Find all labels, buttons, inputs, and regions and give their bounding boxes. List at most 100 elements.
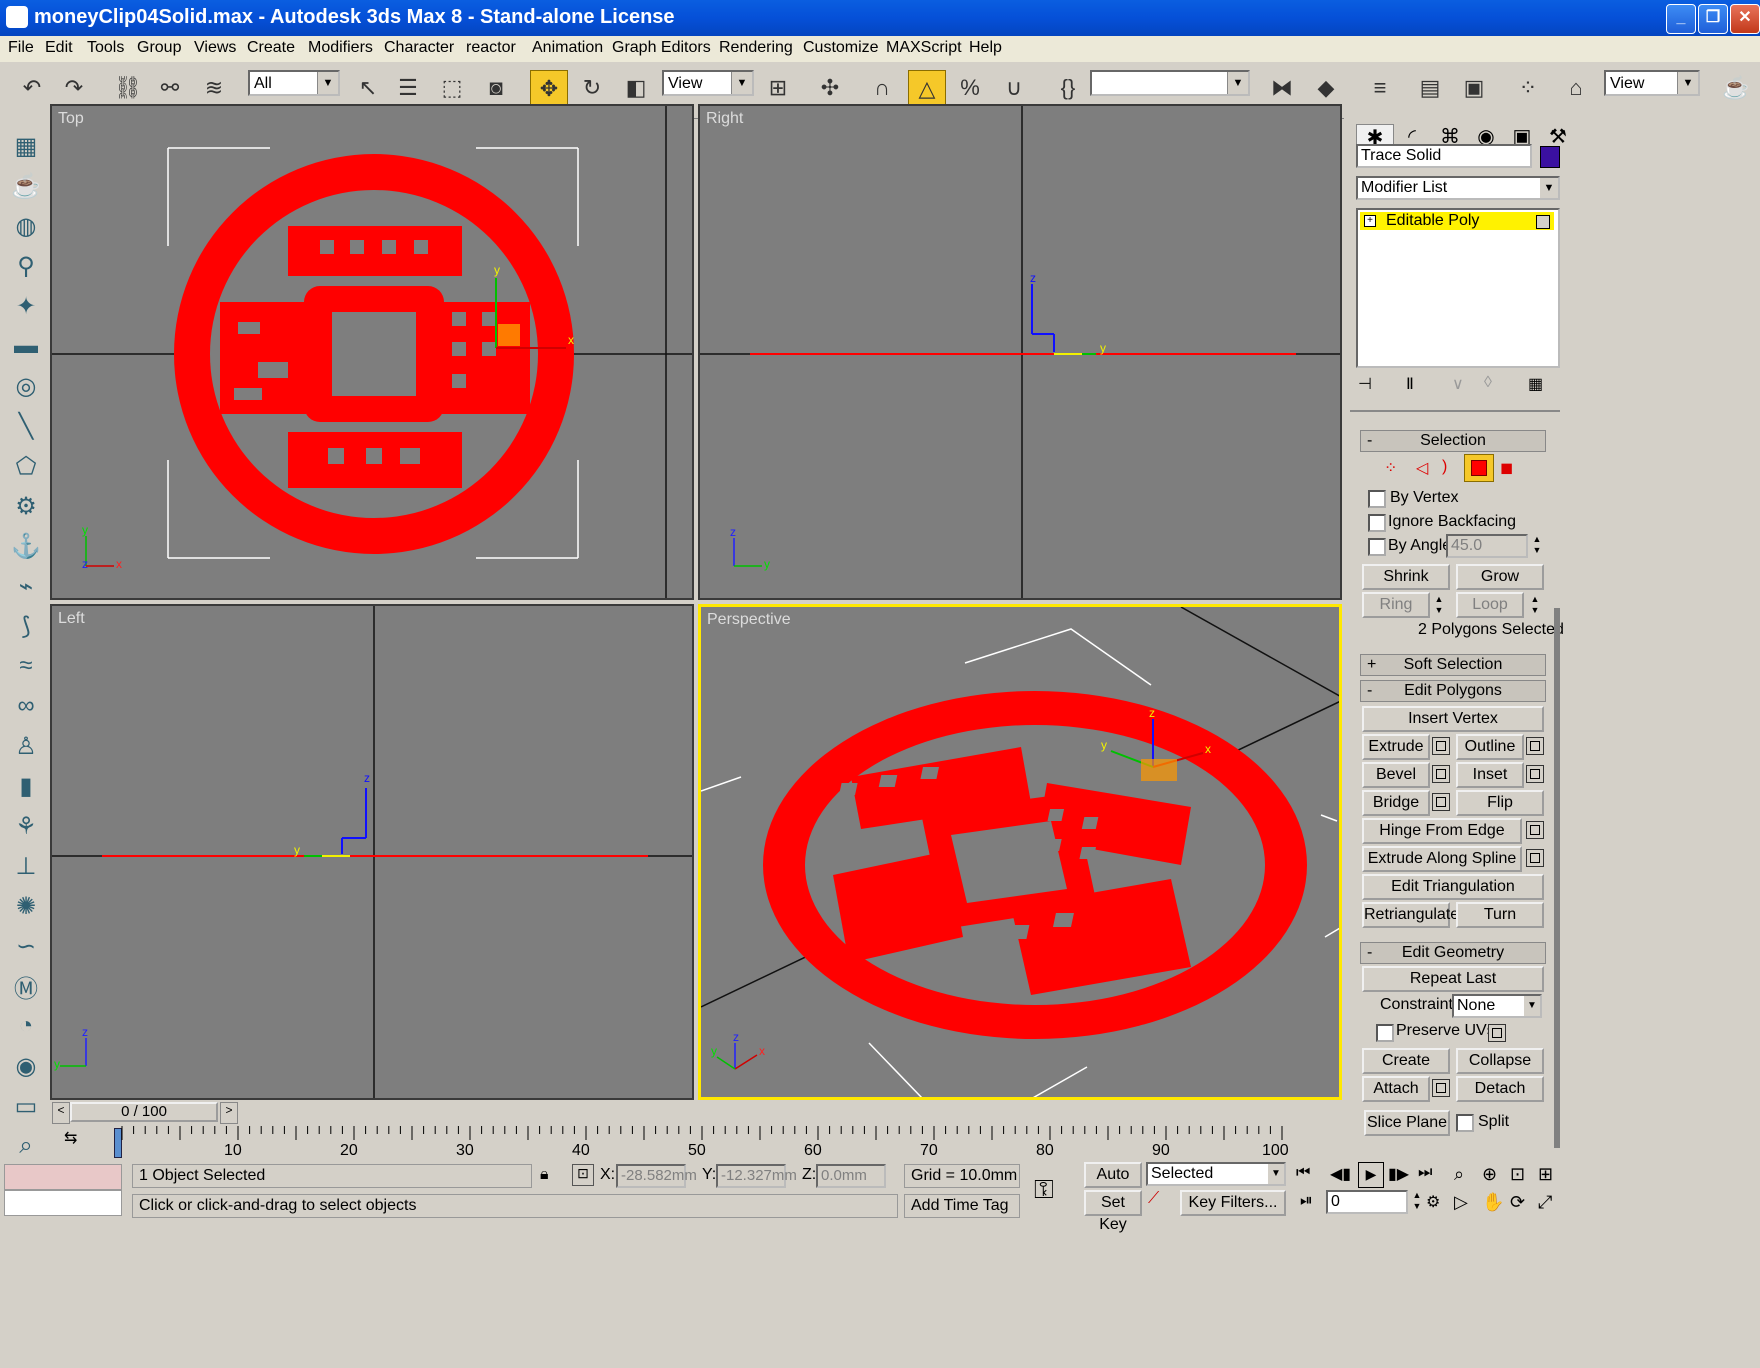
menu-tools[interactable]: Tools: [87, 39, 124, 57]
undo-icon[interactable]: ↶: [14, 70, 50, 106]
auto-key-button[interactable]: Auto Key: [1084, 1162, 1142, 1205]
named-selection-sets-dropdown[interactable]: ▼: [1090, 70, 1250, 96]
quick-render-icon[interactable]: ☕: [1718, 70, 1754, 106]
hinge-settings-icon[interactable]: [1526, 821, 1544, 839]
toggle-icon[interactable]: [1536, 215, 1550, 229]
key-icon[interactable]: ⚿: [1034, 1174, 1054, 1206]
element-icon[interactable]: ◼: [1500, 458, 1513, 478]
surface-icon[interactable]: ⌁: [8, 568, 44, 604]
key-mode-toggle-icon[interactable]: ⏯: [1300, 1192, 1313, 1210]
select-and-manipulate-icon[interactable]: ✣: [812, 70, 848, 106]
maxscript-listener-white[interactable]: [4, 1190, 122, 1216]
play-icon[interactable]: ▶: [1358, 1162, 1384, 1188]
compound-icon[interactable]: ◎: [8, 368, 44, 404]
mesh-edit-icon[interactable]: ⬠: [8, 448, 44, 484]
menu-graph-editors[interactable]: Graph Editors: [612, 39, 711, 57]
insert-vertex-button[interactable]: Insert Vertex: [1362, 706, 1544, 732]
shrink-button[interactable]: Shrink: [1362, 564, 1450, 590]
absolute-mode-icon[interactable]: ⊡: [572, 1164, 594, 1186]
z-coord-field[interactable]: 0.0mm: [816, 1164, 886, 1188]
create-button[interactable]: Create: [1362, 1048, 1450, 1074]
layer-manager-icon[interactable]: ≡: [1362, 70, 1398, 106]
slice-plane-button[interactable]: Slice Plane: [1364, 1110, 1450, 1136]
attach-settings-icon[interactable]: [1432, 1079, 1450, 1097]
configure-modifier-sets-icon[interactable]: ▦: [1528, 374, 1543, 394]
flip-button[interactable]: Flip: [1456, 790, 1544, 816]
polygon-icon[interactable]: [1464, 454, 1494, 482]
border-icon[interactable]: ): [1442, 458, 1447, 476]
menu-file[interactable]: File: [8, 39, 34, 57]
ring-spinner[interactable]: ▲ ▼: [1432, 594, 1446, 616]
bevel-button[interactable]: Bevel: [1362, 762, 1430, 788]
viewport-right[interactable]: Right z y z y: [698, 104, 1342, 600]
zoom-icon[interactable]: ⌕: [1454, 1164, 1464, 1185]
transform-icon[interactable]: ⚓: [8, 528, 44, 564]
mirror-icon[interactable]: ⧓: [1264, 70, 1300, 106]
turn-button[interactable]: Turn: [1456, 902, 1544, 928]
selection-filter-dropdown[interactable]: All ▼: [248, 70, 340, 96]
expand-icon[interactable]: +: [1364, 215, 1376, 227]
menu-maxscript[interactable]: MAXScript: [886, 39, 962, 57]
pin-stack-icon[interactable]: ⊣: [1358, 374, 1372, 394]
preserve-uvs-settings-icon[interactable]: [1488, 1024, 1506, 1042]
time-slider-thumb[interactable]: 0 / 100: [70, 1102, 218, 1122]
redo-icon[interactable]: ↷: [56, 70, 92, 106]
hinge-from-edge-button[interactable]: Hinge From Edge: [1362, 818, 1522, 844]
inset-button[interactable]: Inset: [1456, 762, 1524, 788]
bind-space-warp-icon[interactable]: ≋: [196, 70, 232, 106]
schematic-view-icon[interactable]: ▣: [1456, 70, 1492, 106]
lock-icon[interactable]: 🔒︎: [540, 1166, 549, 1184]
bridge-settings-icon[interactable]: [1432, 793, 1450, 811]
edge-icon[interactable]: ◁: [1416, 458, 1428, 478]
curve-editor-icon[interactable]: ▤: [1412, 70, 1448, 106]
menu-reactor[interactable]: reactor: [466, 39, 516, 57]
key-filters-button[interactable]: Key Filters...: [1180, 1190, 1286, 1216]
unlink-icon[interactable]: ⚯: [152, 70, 188, 106]
set-key-button[interactable]: Set Key: [1084, 1190, 1142, 1233]
reactor-icon[interactable]: ▮: [8, 768, 44, 804]
track-bar[interactable]: ⇆ 10 20 30 40 50 60 70 80 90 100: [52, 1124, 1344, 1160]
extras-icon[interactable]: ▬: [8, 328, 44, 364]
menu-help[interactable]: Help: [969, 39, 1002, 57]
retriangulate-button[interactable]: Retriangulate: [1362, 902, 1459, 928]
render-sphere-icon[interactable]: ◔: [8, 1008, 44, 1044]
stack-item-editable-poly[interactable]: + Editable Poly: [1360, 212, 1554, 230]
maximize-viewport-icon[interactable]: ⤢: [1538, 1192, 1552, 1213]
wave-icon[interactable]: ≈: [8, 648, 44, 684]
menu-edit[interactable]: Edit: [45, 39, 73, 57]
render-scene-icon[interactable]: ⌂: [1558, 70, 1594, 106]
soft-selection-rollout-header[interactable]: + Soft Selection: [1360, 654, 1546, 676]
reference-coordinate-dropdown[interactable]: View ▼: [662, 70, 754, 96]
window-crossing-icon[interactable]: ◙: [478, 70, 514, 106]
particles-icon[interactable]: ╲: [8, 408, 44, 444]
listener-icon[interactable]: ▭: [8, 1088, 44, 1124]
maximize-button[interactable]: ❐: [1698, 4, 1728, 34]
lights-icon[interactable]: ⚲: [8, 248, 44, 284]
bevel-settings-icon[interactable]: [1432, 765, 1450, 783]
select-and-link-icon[interactable]: ⛓: [110, 70, 146, 106]
by-angle-checkbox[interactable]: [1368, 538, 1386, 556]
biped-icon[interactable]: ♙: [8, 728, 44, 764]
menu-create[interactable]: Create: [247, 39, 295, 57]
extrude-spline-settings-icon[interactable]: [1526, 849, 1544, 867]
menu-group[interactable]: Group: [137, 39, 181, 57]
mini-curve-editor-icon[interactable]: ⇆: [64, 1128, 77, 1148]
command-panel-scrollbar[interactable]: [1554, 608, 1560, 1148]
edit-polygons-rollout-header[interactable]: - Edit Polygons: [1360, 680, 1546, 702]
edit-triangulation-button[interactable]: Edit Triangulation: [1362, 874, 1544, 900]
mtl-teapot-icon[interactable]: Ⓜ: [8, 968, 44, 1004]
menu-views[interactable]: Views: [194, 39, 236, 57]
bend-icon[interactable]: ⟆: [8, 608, 44, 644]
select-and-rotate-icon[interactable]: ↻: [574, 70, 610, 106]
attach-button[interactable]: Attach: [1362, 1076, 1430, 1102]
add-time-tag-button[interactable]: Add Time Tag: [904, 1194, 1020, 1218]
edit-named-selection-icon[interactable]: {}: [1050, 70, 1086, 106]
ring-button[interactable]: Ring: [1362, 592, 1430, 618]
make-unique-icon[interactable]: ∨: [1452, 374, 1464, 394]
use-pivot-center-icon[interactable]: ⊞: [760, 70, 796, 106]
select-and-scale-icon[interactable]: ◧: [618, 70, 654, 106]
rectangular-selection-icon[interactable]: ⬚: [434, 70, 470, 106]
bones-icon[interactable]: ⊥: [8, 848, 44, 884]
rope-icon[interactable]: ∽: [8, 928, 44, 964]
menu-character[interactable]: Character: [384, 39, 454, 57]
